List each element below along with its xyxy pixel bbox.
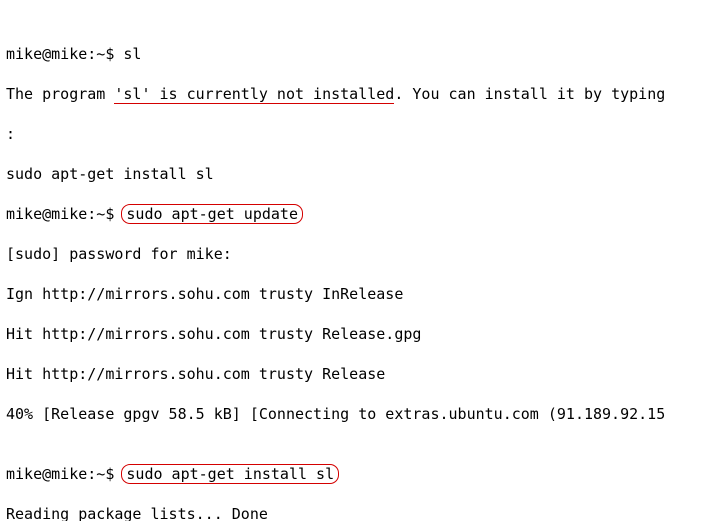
highlight-not-installed: 'sl' is currently not installed — [114, 85, 394, 104]
output-hit-gpg: Hit http://mirrors.sohu.com trusty Relea… — [6, 324, 707, 344]
text: The program — [6, 85, 114, 103]
highlight-apt-update: sudo apt-get update — [121, 204, 303, 224]
command-sl: sl — [123, 45, 141, 63]
output-sudo-pass: [sudo] password for mike: — [6, 244, 707, 264]
prompt: mike@mike:~$ — [6, 205, 123, 223]
output-colon: : — [6, 124, 707, 144]
prompt: mike@mike:~$ — [6, 45, 123, 63]
output-hit-release: Hit http://mirrors.sohu.com trusty Relea… — [6, 364, 707, 384]
prompt-line-3: mike@mike:~$ sudo apt-get install sl — [6, 464, 707, 484]
output-reading-pkg: Reading package lists... Done — [6, 504, 707, 521]
terminal[interactable]: mike@mike:~$ sl The program 'sl' is curr… — [0, 0, 713, 521]
output-install-hint: sudo apt-get install sl — [6, 164, 707, 184]
highlight-apt-install: sudo apt-get install sl — [121, 464, 339, 484]
output-ign: Ign http://mirrors.sohu.com trusty InRel… — [6, 284, 707, 304]
prompt-line-2: mike@mike:~$ sudo apt-get update — [6, 204, 707, 224]
text: . You can install it by typing — [394, 85, 665, 103]
prompt: mike@mike:~$ — [6, 465, 123, 483]
output-not-installed: The program 'sl' is currently not instal… — [6, 84, 707, 104]
prompt-line-1: mike@mike:~$ sl — [6, 44, 707, 64]
output-progress: 40% [Release gpgv 58.5 kB] [Connecting t… — [6, 404, 707, 424]
